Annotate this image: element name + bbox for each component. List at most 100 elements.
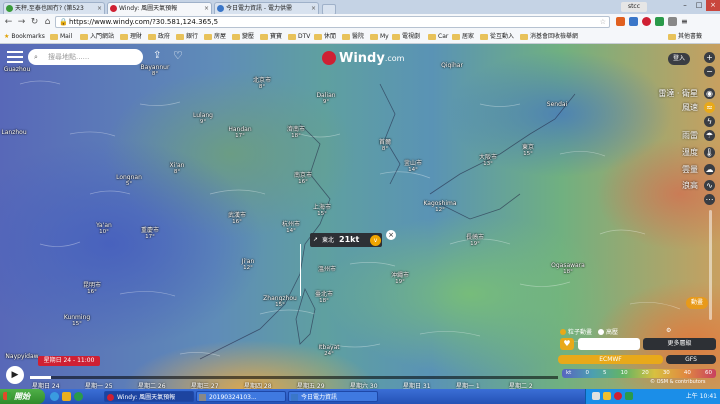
layer-picker[interactable] xyxy=(578,338,640,350)
bookmark-item[interactable]: Car xyxy=(428,31,448,43)
animation-toggle-button[interactable]: 動畫 xyxy=(686,297,708,309)
home-icon[interactable]: ⌂ xyxy=(42,17,53,28)
particles-toggle[interactable]: 粒子動畫 xyxy=(560,327,592,336)
weather-map[interactable]: ⌕ 搜尋地點...... ⇪ ♡ Windy .com 登入 + − 雷達 · 衛… xyxy=(0,44,720,389)
bookmark-item[interactable]: 從互動入 xyxy=(480,31,514,43)
layer-label-clouds[interactable]: 雲量 xyxy=(682,164,698,175)
layer-label-temperature[interactable]: 溫度 xyxy=(682,147,698,158)
plus-icon[interactable]: + xyxy=(704,52,715,63)
bookmark-item[interactable]: 寶寶 xyxy=(260,31,282,43)
tab-close-icon[interactable]: × xyxy=(204,3,209,14)
close-window-icon[interactable]: × xyxy=(706,0,720,11)
bookmark-item[interactable]: 銀行 xyxy=(176,31,198,43)
share-icon[interactable]: ⇪ xyxy=(153,50,161,61)
bookmark-item[interactable]: DTV xyxy=(288,31,310,43)
tab-windy[interactable]: Windy: 風圖天氣預報 × xyxy=(107,2,212,14)
taskbar-task[interactable]: 20190324103... xyxy=(196,391,286,402)
layer-label-radar[interactable]: 雷達 · 衛星 xyxy=(658,88,698,99)
bookmark-item[interactable]: 電視劇 xyxy=(392,31,420,43)
rain-icon[interactable]: ☂ xyxy=(704,130,715,141)
start-button[interactable]: 開始 xyxy=(0,389,45,404)
extension-icon[interactable] xyxy=(655,17,664,26)
explorer-icon[interactable] xyxy=(62,392,71,401)
waves-icon[interactable]: ∿ xyxy=(704,180,715,191)
picker-expand-icon[interactable]: v xyxy=(370,235,381,246)
timeline-day[interactable]: 星期日 24 xyxy=(32,381,60,389)
menu-icon[interactable]: ≡ xyxy=(681,17,690,26)
bookmark-item[interactable]: 休閒 xyxy=(314,31,336,43)
timeline-day[interactable]: 星期二 26 xyxy=(138,381,166,389)
timeline-day[interactable]: 星期二 2 xyxy=(509,381,533,389)
menu-hamburger-icon[interactable] xyxy=(7,50,23,64)
windy-logo[interactable]: Windy .com xyxy=(322,50,404,66)
taskbar-task[interactable]: Windy: 風圖天氣預報 xyxy=(104,391,194,402)
minus-icon[interactable]: − xyxy=(704,66,715,77)
tab-power[interactable]: 今日電力資訊 - 電力供需 × xyxy=(214,2,319,14)
timeline-track[interactable] xyxy=(30,376,558,379)
other-bookmarks[interactable]: 其他書籤 xyxy=(668,31,702,43)
update-icon[interactable] xyxy=(625,392,633,400)
timeline-day[interactable]: 星期日 31 xyxy=(403,381,431,389)
tab-forum[interactable]: 天秤,至泰也固冇? (第523 × xyxy=(3,2,105,14)
bookmark-item[interactable]: 理財 xyxy=(120,31,142,43)
back-arrow-icon[interactable]: ← xyxy=(3,17,14,28)
cloud-icon[interactable]: ☁ xyxy=(704,164,715,175)
forward-arrow-icon[interactable]: → xyxy=(16,17,27,28)
reload-icon[interactable]: ↻ xyxy=(29,17,40,28)
bookmarks-menu[interactable]: ★ Bookmarks xyxy=(4,31,45,43)
timeline-day[interactable]: 星期四 28 xyxy=(244,381,272,389)
layer-label-rain[interactable]: 雨雷 xyxy=(682,130,698,141)
bookmark-item[interactable]: 政府 xyxy=(148,31,170,43)
location-search-input[interactable]: ⌕ 搜尋地點...... xyxy=(28,49,143,65)
star-bookmark-icon[interactable]: ☆ xyxy=(600,17,606,27)
tab-close-icon[interactable]: × xyxy=(311,3,316,14)
ie-icon[interactable] xyxy=(50,392,59,401)
favorite-heart-icon[interactable]: ♥ xyxy=(560,338,574,350)
radar-icon[interactable]: ◉ xyxy=(704,88,715,99)
clock[interactable]: 上午 10:41 xyxy=(686,389,717,404)
more-layers-button[interactable]: 更多層級 xyxy=(643,338,716,350)
model-gfs-button[interactable]: GFS xyxy=(666,355,716,364)
layer-label-wind[interactable]: 風速 xyxy=(682,102,698,113)
map-attribution[interactable]: © OSM & contributors xyxy=(650,379,706,385)
timeline-day[interactable]: 星期五 29 xyxy=(297,381,325,389)
taskbar-task[interactable]: 今日電力資訊 xyxy=(288,391,378,402)
volume-icon[interactable] xyxy=(592,392,600,400)
wind-icon[interactable]: ≈ xyxy=(704,102,715,113)
temperature-icon[interactable]: 🌡 xyxy=(704,147,715,158)
favorite-heart-icon[interactable]: ♡ xyxy=(173,49,183,62)
login-button[interactable]: 登入 xyxy=(668,53,690,65)
layer-label-waves[interactable]: 浪高 xyxy=(682,180,698,191)
chrome-icon[interactable] xyxy=(74,392,83,401)
maximize-icon[interactable]: □ xyxy=(692,0,706,11)
more-icon[interactable]: ⋯ xyxy=(704,194,715,205)
bookmark-item[interactable]: 房屋 xyxy=(204,31,226,43)
settings-gear-icon[interactable]: ⚙ xyxy=(666,327,671,334)
timeline-day[interactable]: 星期六 30 xyxy=(350,381,378,389)
extension-icon[interactable] xyxy=(642,17,651,26)
bookmark-item[interactable]: Mail xyxy=(50,31,72,43)
bookmark-item[interactable]: 入門網站 xyxy=(80,31,114,43)
picker-close-icon[interactable]: × xyxy=(386,230,396,240)
tab-close-icon[interactable]: × xyxy=(97,3,102,14)
bookmark-item[interactable]: 醫院 xyxy=(342,31,364,43)
timeline-day[interactable]: 星期三 27 xyxy=(191,381,219,389)
bookmark-item[interactable]: My xyxy=(370,31,389,43)
extension-icon[interactable] xyxy=(616,17,625,26)
extension-icon[interactable] xyxy=(629,17,638,26)
bookmark-item[interactable]: 消基會回收檢舉網 xyxy=(520,31,578,43)
network-icon[interactable] xyxy=(603,392,611,400)
play-icon[interactable]: ▶ xyxy=(6,366,24,384)
zoom-scroll-track[interactable] xyxy=(709,210,712,320)
bookmark-item[interactable]: 居家 xyxy=(452,31,474,43)
extension-icon[interactable] xyxy=(668,17,677,26)
model-ecmwf-button[interactable]: ECMWF xyxy=(558,355,663,364)
bookmark-item[interactable]: 變壓 xyxy=(232,31,254,43)
timeline-day[interactable]: 星期一 25 xyxy=(85,381,113,389)
user-badge[interactable]: stcc xyxy=(621,2,647,12)
antivirus-icon[interactable] xyxy=(614,392,622,400)
pressure-toggle[interactable]: 高壓 xyxy=(598,327,618,336)
thunder-icon[interactable]: ϟ xyxy=(704,116,715,127)
minimize-icon[interactable]: – xyxy=(678,0,692,11)
url-input[interactable]: 🔒 https://www.windy.com/?30.581,124.365,… xyxy=(55,16,610,28)
